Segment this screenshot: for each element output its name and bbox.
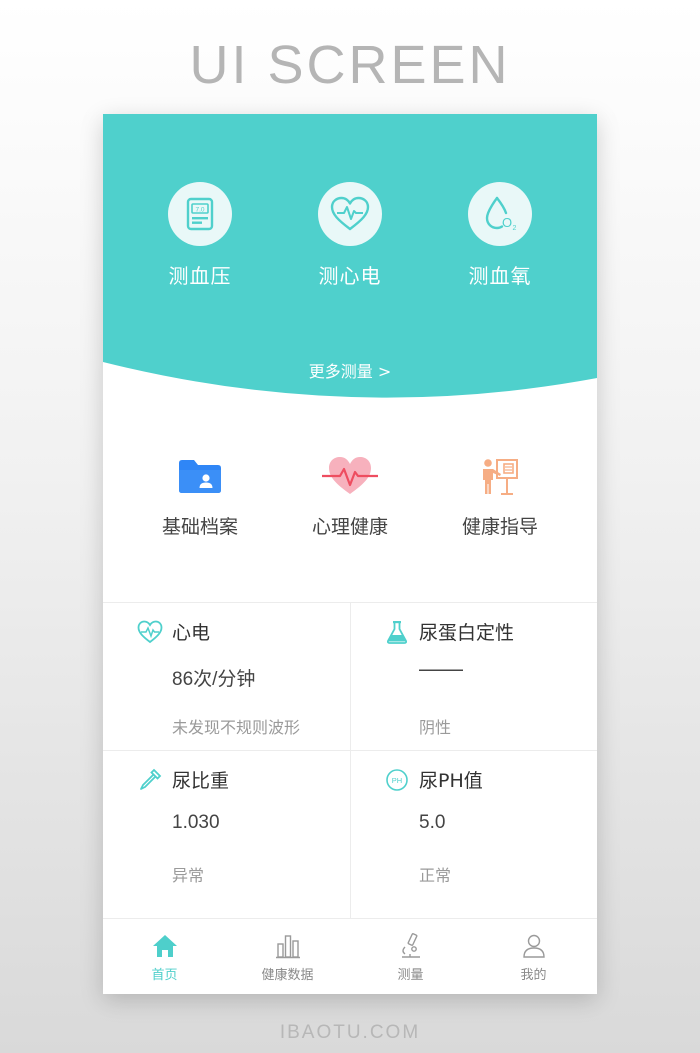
card-urine-gravity-title: 尿比重 [172, 770, 230, 792]
bottom-tab-bar: 首页 健康数据 测量 我的 [103, 918, 597, 994]
feature-basic-profile-button[interactable]: 基础档案 [125, 454, 275, 539]
card-urine-ph[interactable]: PH 尿PH值 5.0 正常 [350, 750, 597, 898]
measure-blood-oxygen-button[interactable]: O 2 测血氧 [440, 182, 560, 289]
tab-home[interactable]: 首页 [103, 931, 226, 983]
tab-measure[interactable]: 测量 [349, 931, 472, 983]
feature-mental-health-label: 心理健康 [311, 516, 388, 538]
oxygen-drop-icon: O 2 [468, 182, 532, 246]
blood-pressure-monitor-icon: 7.0 [168, 182, 232, 246]
heart-ecg-icon [318, 182, 382, 246]
card-urine-protein[interactable]: 尿蛋白定性 —— 阴性 [350, 602, 597, 750]
heart-pulse-icon [275, 454, 425, 498]
card-urine-ph-title: 尿PH值 [419, 770, 483, 792]
more-measure-link[interactable]: 更多测量 > [103, 358, 597, 382]
card-urine-protein-status: 阴性 [419, 718, 452, 737]
card-urine-gravity-value: 1.030 [172, 812, 220, 833]
feature-mental-health-button[interactable]: 心理健康 [275, 454, 425, 539]
tab-profile[interactable]: 我的 [472, 931, 595, 983]
feature-health-guide-label: 健康指导 [461, 516, 538, 538]
measure-banner: 7.0 测血压 测心电 O 2 测血氧 更多测量 > [103, 114, 597, 404]
user-icon [472, 931, 595, 961]
ph-icon-text: PH [392, 776, 402, 785]
card-urine-protein-title: 尿蛋白定性 [419, 622, 515, 644]
tab-measure-label: 测量 [397, 968, 424, 983]
ph-icon: PH [384, 767, 410, 793]
measure-ecg-button[interactable]: 测心电 [290, 182, 410, 289]
footer-brand: IBAOTU.COM [279, 1022, 421, 1043]
tab-profile-label: 我的 [520, 968, 547, 983]
card-ecg-status: 未发现不规则波形 [172, 718, 301, 737]
card-urine-ph-status: 正常 [419, 866, 452, 885]
bar-chart-icon [226, 931, 349, 961]
profile-folder-icon [125, 454, 275, 498]
card-ecg-value: 86次/分钟 [172, 669, 256, 690]
flask-icon [384, 619, 410, 645]
dropper-icon [137, 767, 163, 793]
heart-ecg-outline-icon [137, 619, 163, 645]
card-urine-gravity[interactable]: 尿比重 1.030 异常 [103, 750, 350, 898]
measure-blood-pressure-button[interactable]: 7.0 测血压 [140, 182, 260, 289]
monitor-display-text: 7.0 [195, 207, 204, 214]
measure-blood-pressure-label: 测血压 [168, 264, 232, 288]
card-urine-gravity-status: 异常 [172, 866, 205, 885]
feature-health-guide-button[interactable]: 健康指导 [425, 454, 575, 539]
card-urine-ph-value: 5.0 [419, 812, 446, 833]
phone-screen: 7.0 测血压 测心电 O 2 测血氧 更多测量 > 基础档案 心理健康 健康指… [103, 114, 597, 994]
card-ecg[interactable]: 心电 86次/分钟 未发现不规则波形 [103, 602, 350, 750]
measure-blood-oxygen-label: 测血氧 [468, 264, 532, 288]
health-guide-icon [425, 454, 575, 498]
microscope-icon [349, 931, 472, 961]
oxygen-2-text: 2 [513, 225, 517, 232]
tab-health-data-label: 健康数据 [261, 968, 314, 983]
page-heading: UI SCREEN [189, 35, 511, 95]
card-urine-protein-value: —— [419, 656, 463, 681]
tab-home-label: 首页 [151, 968, 178, 983]
feature-basic-profile-label: 基础档案 [161, 516, 238, 538]
measure-ecg-label: 测心电 [318, 264, 382, 288]
home-icon [103, 931, 226, 961]
oxygen-o-text: O [502, 215, 512, 230]
card-ecg-title: 心电 [172, 622, 211, 644]
tab-health-data[interactable]: 健康数据 [226, 931, 349, 983]
